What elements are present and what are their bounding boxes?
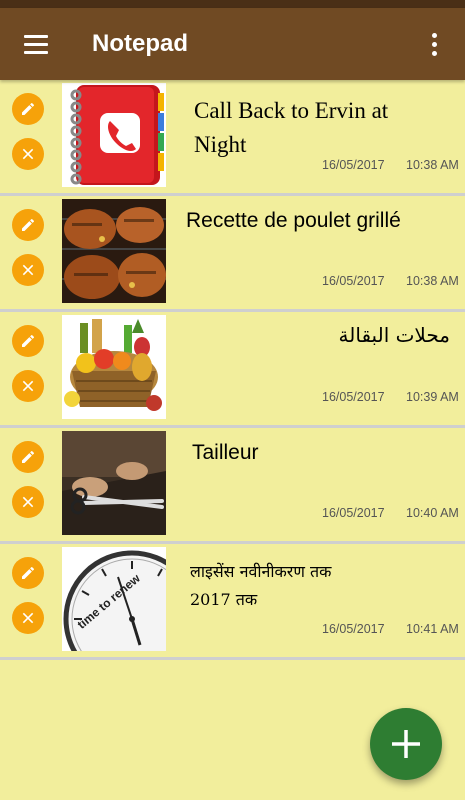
edit-note-button[interactable] xyxy=(12,441,44,473)
delete-note-button[interactable] xyxy=(12,370,44,402)
delete-note-button[interactable] xyxy=(12,138,44,170)
note-title-continued: 2017 तक xyxy=(190,590,258,609)
note-date: 16/05/2017 xyxy=(322,390,385,404)
status-bar xyxy=(0,0,465,8)
close-icon xyxy=(22,380,34,392)
note-time: 10:39 AM xyxy=(406,390,459,404)
note-item-5[interactable]: time to renew लाइसेंस नवीनीकरण तक 2017 त… xyxy=(0,544,465,660)
app-title: Notepad xyxy=(92,30,188,57)
grocery-basket-photo xyxy=(62,315,166,419)
edit-note-button[interactable] xyxy=(12,325,44,357)
note-title: محلات البقالة xyxy=(338,323,450,347)
close-icon xyxy=(22,496,34,508)
hamburger-menu-icon[interactable] xyxy=(14,26,58,62)
plus-icon xyxy=(392,730,420,758)
phone-contact-book-icon xyxy=(62,83,166,187)
note-time: 10:41 AM xyxy=(406,622,459,636)
tailor-scissors-photo xyxy=(62,431,166,535)
close-icon xyxy=(22,612,34,624)
edit-note-button[interactable] xyxy=(12,557,44,589)
delete-note-button[interactable] xyxy=(12,486,44,518)
time-to-renew-clock-image: time to renew xyxy=(62,547,166,651)
edit-note-button[interactable] xyxy=(12,209,44,241)
note-title-continued: Night xyxy=(194,132,247,157)
pencil-icon xyxy=(22,450,35,463)
note-time: 10:38 AM xyxy=(406,158,459,172)
note-date: 16/05/2017 xyxy=(322,506,385,520)
more-vert-icon[interactable] xyxy=(418,26,450,62)
pencil-icon xyxy=(22,102,35,115)
grilled-chicken-photo xyxy=(62,199,166,303)
note-date: 16/05/2017 xyxy=(322,274,385,288)
note-time: 10:40 AM xyxy=(406,506,459,520)
app-bar: Notepad xyxy=(0,8,465,80)
note-date: 16/05/2017 xyxy=(322,158,385,172)
close-icon xyxy=(22,148,34,160)
note-item-3[interactable]: محلات البقالة 16/05/2017 10:39 AM xyxy=(0,312,465,428)
add-note-button[interactable] xyxy=(370,708,442,780)
pencil-icon xyxy=(22,334,35,347)
note-title: Recette de poulet grillé xyxy=(186,209,401,232)
note-item-4[interactable]: Tailleur 16/05/2017 10:40 AM xyxy=(0,428,465,544)
delete-note-button[interactable] xyxy=(12,254,44,286)
delete-note-button[interactable] xyxy=(12,602,44,634)
note-date: 16/05/2017 xyxy=(322,622,385,636)
note-item-2[interactable]: Recette de poulet grillé 16/05/2017 10:3… xyxy=(0,196,465,312)
note-title: Call Back to Ervin at xyxy=(194,98,389,123)
note-item-1[interactable]: Call Back to Ervin at Night 16/05/2017 1… xyxy=(0,80,465,196)
pencil-icon xyxy=(22,218,35,231)
close-icon xyxy=(22,264,34,276)
note-title: लाइसेंस नवीनीकरण तक xyxy=(190,562,332,581)
note-time: 10:38 AM xyxy=(406,274,459,288)
note-title: Tailleur xyxy=(192,441,259,464)
pencil-icon xyxy=(22,566,35,579)
edit-note-button[interactable] xyxy=(12,93,44,125)
